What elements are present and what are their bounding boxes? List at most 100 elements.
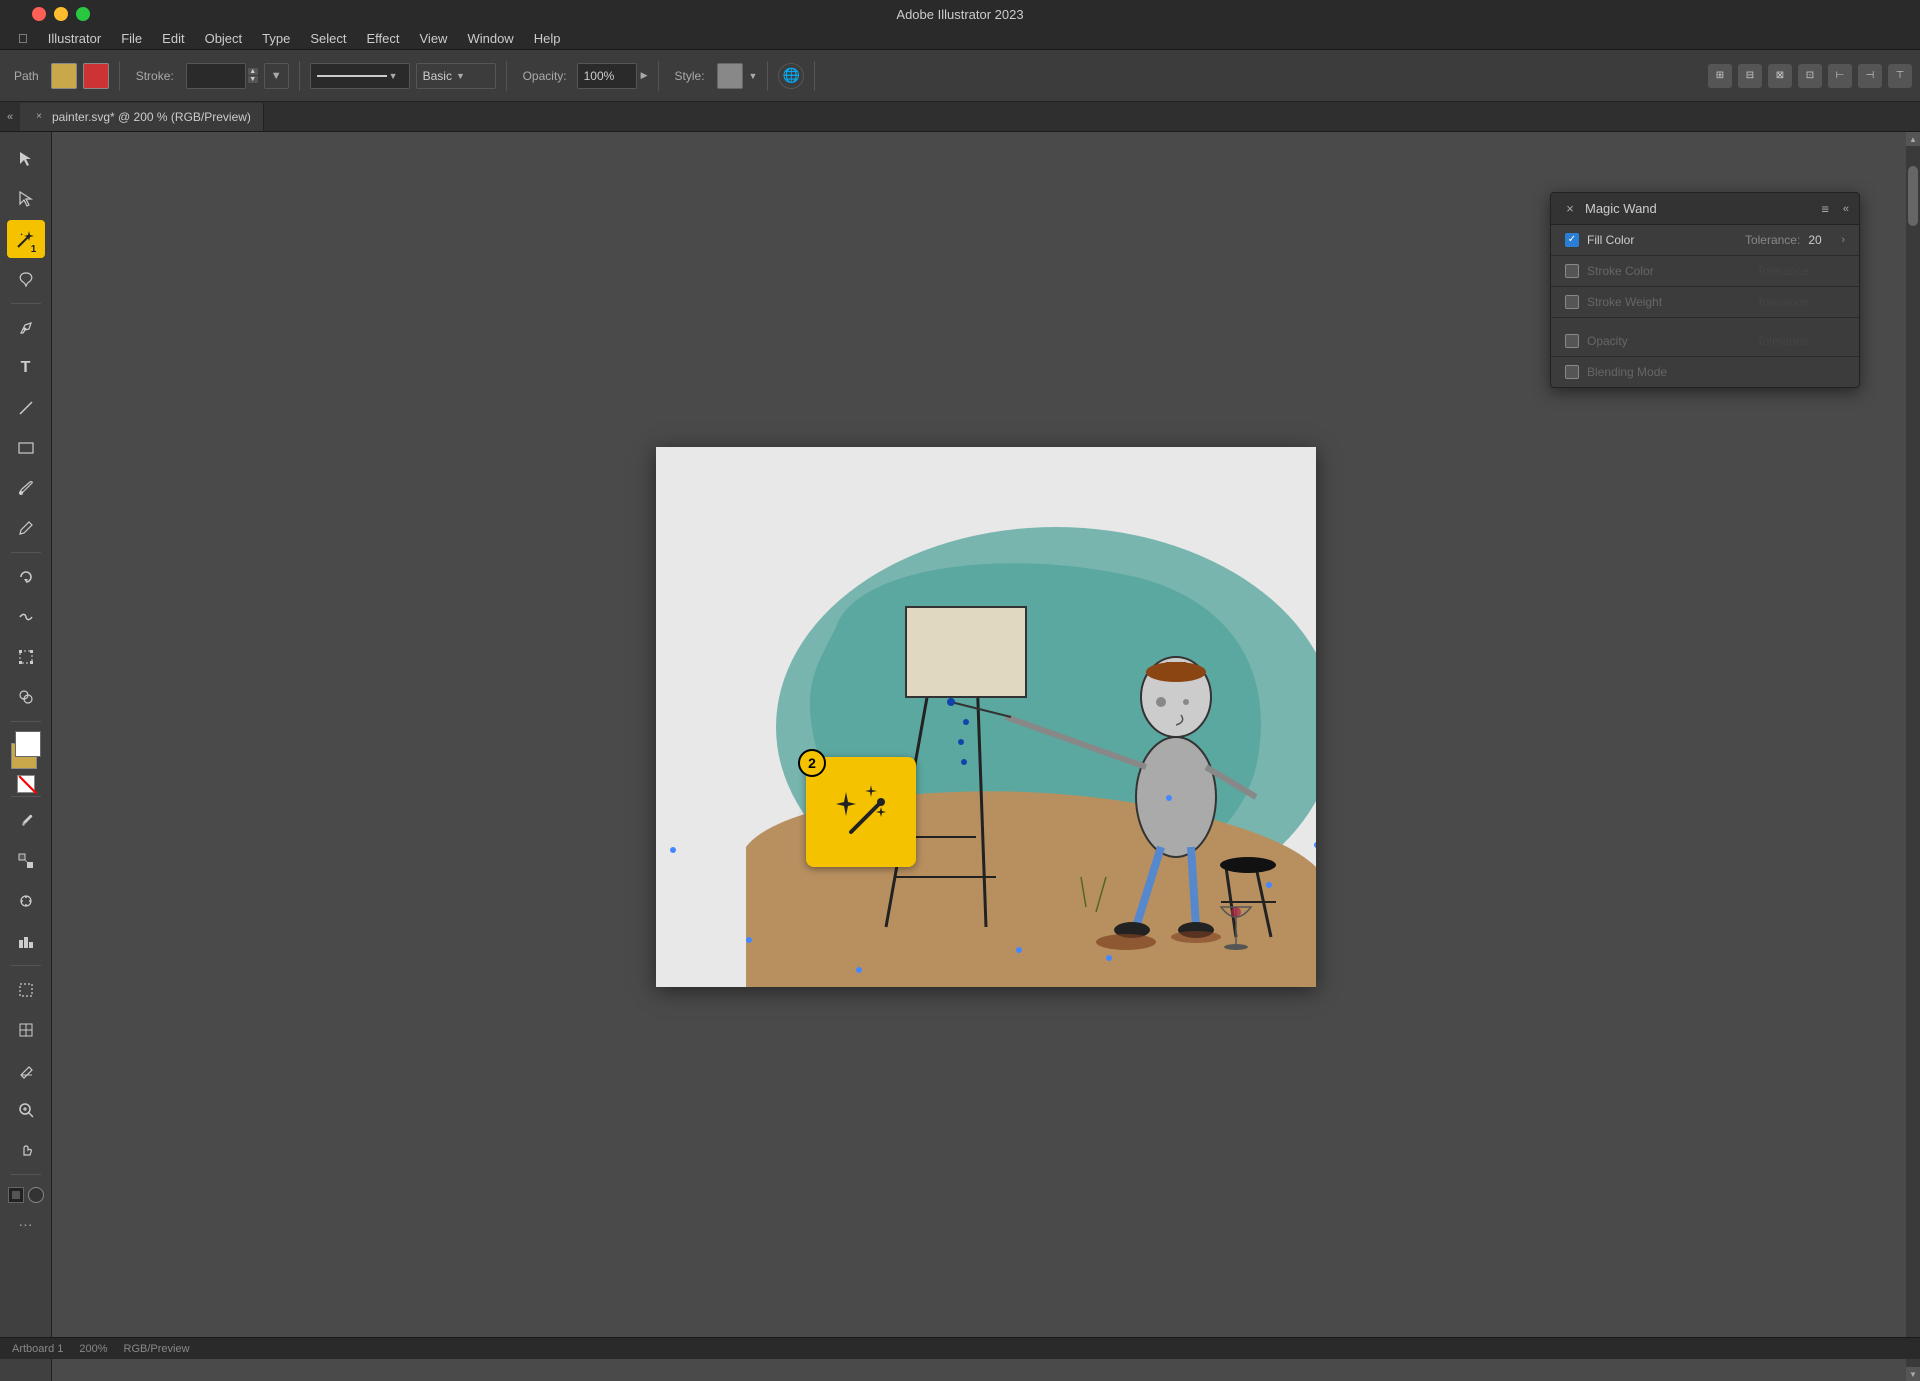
stroke-line-selector[interactable]: ▼: [310, 63, 410, 89]
panel-menu-btn[interactable]: ≡: [1821, 201, 1829, 216]
menu-window[interactable]: Window: [457, 29, 523, 48]
warp-tool-icon: [17, 608, 35, 626]
scrollbar-thumb[interactable]: [1908, 166, 1918, 226]
fill-color-checkbox[interactable]: [1565, 233, 1579, 247]
hand-tool-btn[interactable]: [7, 1131, 45, 1169]
color-swatches[interactable]: [7, 731, 45, 769]
screen-mode-full[interactable]: [28, 1187, 44, 1203]
sidebar-collapse-btn[interactable]: «: [0, 102, 20, 132]
scrollbar-up-arrow[interactable]: ▲: [1906, 132, 1920, 146]
selection-tool-icon: [17, 150, 35, 168]
blend-tool-btn[interactable]: [7, 842, 45, 880]
lasso-tool-icon: [17, 270, 35, 288]
menu-select[interactable]: Select: [300, 29, 356, 48]
free-transform-tool-btn[interactable]: [7, 638, 45, 676]
panel-close-btn[interactable]: ×: [1561, 200, 1579, 218]
apple-menu-item[interactable]: : [8, 29, 38, 48]
maximize-button[interactable]: [76, 7, 90, 21]
rect-tool-btn[interactable]: [7, 429, 45, 467]
globe-icon[interactable]: 🌐: [778, 63, 804, 89]
type-tool-btn[interactable]: T: [7, 349, 45, 387]
blending-mode-checkbox[interactable]: [1565, 365, 1579, 379]
menu-object[interactable]: Object: [195, 29, 253, 48]
stroke-dropdown[interactable]: ▼: [264, 63, 289, 89]
arrange-icon-3[interactable]: ⊠: [1768, 64, 1792, 88]
stroke-color-swatch[interactable]: [83, 63, 109, 89]
line-tool-btn[interactable]: [7, 389, 45, 427]
arrange-icon-7[interactable]: ⊤: [1888, 64, 1912, 88]
minimize-button[interactable]: [54, 7, 68, 21]
pen-tool-btn[interactable]: [7, 309, 45, 347]
stroke-weight-checkbox[interactable]: [1565, 295, 1579, 309]
more-tools-btn[interactable]: ···: [7, 1212, 45, 1236]
stroke-weight-field[interactable]: [186, 63, 246, 89]
type-tool-icon: T: [21, 359, 31, 377]
menu-view[interactable]: View: [410, 29, 458, 48]
column-graph-tool-icon: [17, 932, 35, 950]
arrange-icon-4[interactable]: ⊡: [1798, 64, 1822, 88]
right-scrollbar[interactable]: ▲ ▼: [1906, 132, 1920, 1381]
fill-color-tolerance-label: Tolerance:: [1745, 233, 1800, 247]
arrange-icon-5[interactable]: ⊢: [1828, 64, 1852, 88]
eyedropper-tool-btn[interactable]: [7, 802, 45, 840]
arrange-icon-6[interactable]: ⊣: [1858, 64, 1882, 88]
slice-tool-icon: [17, 1021, 35, 1039]
warp-tool-btn[interactable]: [7, 598, 45, 636]
menu-illustrator[interactable]: Illustrator: [38, 29, 111, 48]
opacity-expand[interactable]: ▶: [641, 70, 648, 81]
eraser-tool-btn[interactable]: [7, 1051, 45, 1089]
zoom-tool-btn[interactable]: [7, 1091, 45, 1129]
fill-color-chevron[interactable]: ›: [1841, 234, 1845, 246]
brush-style-dropdown[interactable]: Basic ▼: [416, 63, 496, 89]
foreground-color-swatch[interactable]: [15, 731, 41, 757]
pencil-tool-btn[interactable]: [7, 509, 45, 547]
stroke-stepper[interactable]: ▲ ▼: [248, 68, 258, 83]
selection-dot-3: [856, 967, 862, 973]
style-swatch[interactable]: [717, 63, 743, 89]
slice-tool-btn[interactable]: [7, 1011, 45, 1049]
opacity-checkbox[interactable]: [1565, 334, 1579, 348]
menu-type[interactable]: Type: [252, 29, 300, 48]
line-tool-icon: [17, 399, 35, 417]
paintbrush-tool-btn[interactable]: [7, 469, 45, 507]
selection-dot-2: [746, 937, 752, 943]
eyedropper-tool-icon: [17, 812, 35, 830]
document-tab[interactable]: × painter.svg* @ 200 % (RGB/Preview): [20, 103, 264, 131]
magic-wand-tool-btn[interactable]: 1: [7, 220, 45, 258]
stroke-color-checkbox[interactable]: [1565, 264, 1579, 278]
toolbar-divider-2: [299, 61, 300, 91]
rotate-tool-btn[interactable]: [7, 558, 45, 596]
style-dropdown-arrow[interactable]: ▼: [749, 71, 758, 81]
tab-close-icon[interactable]: ×: [32, 110, 46, 124]
opacity-field[interactable]: [577, 63, 637, 89]
direct-selection-tool-btn[interactable]: [7, 180, 45, 218]
status-bar: Artboard 1 200% RGB/Preview: [0, 1337, 1920, 1359]
symbol-sprayer-tool-btn[interactable]: [7, 882, 45, 920]
column-graph-tool-btn[interactable]: [7, 922, 45, 960]
menu-help[interactable]: Help: [524, 29, 571, 48]
menu-effect[interactable]: Effect: [356, 29, 409, 48]
panel-title: Magic Wand: [1585, 201, 1657, 216]
stroke-color-tolerance-label: Tolerance:: [1757, 264, 1812, 278]
stroke-dropdown-arrow: ▼: [271, 70, 282, 82]
blend-tool-icon: [17, 852, 35, 870]
none-color-btn[interactable]: [17, 775, 35, 793]
panel-row-stroke-weight: Stroke Weight Tolerance:: [1551, 287, 1859, 318]
lasso-tool-btn[interactable]: [7, 260, 45, 298]
selection-tool-btn[interactable]: [7, 140, 45, 178]
scrollbar-down-arrow[interactable]: ▼: [1906, 1367, 1920, 1381]
menu-edit[interactable]: Edit: [152, 29, 194, 48]
panel-collapse-btn[interactable]: «: [1843, 203, 1849, 215]
scrollbar-track[interactable]: [1906, 146, 1920, 1367]
artboard-tool-btn[interactable]: [7, 971, 45, 1009]
shape-builder-tool-btn[interactable]: [7, 678, 45, 716]
menu-file[interactable]: File: [111, 29, 152, 48]
artboard[interactable]: 2: [656, 447, 1316, 987]
arrange-icon-1[interactable]: ⊞: [1708, 64, 1732, 88]
close-button[interactable]: [32, 7, 46, 21]
arrange-icon-2[interactable]: ⊟: [1738, 64, 1762, 88]
screen-mode-normal[interactable]: [8, 1187, 24, 1203]
tool-separator-1: [11, 303, 41, 304]
canvas-area[interactable]: 2 ▲ ▼: [52, 132, 1920, 1381]
fill-color-swatch[interactable]: [51, 63, 77, 89]
